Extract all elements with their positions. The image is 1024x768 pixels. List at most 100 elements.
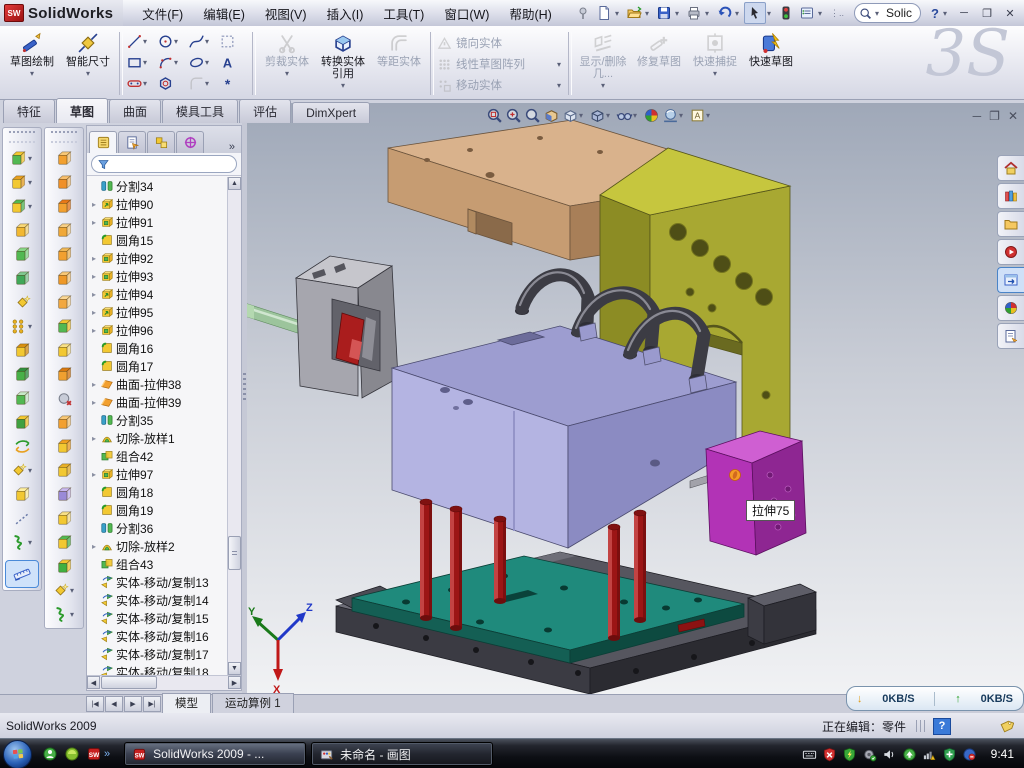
help-dropdown[interactable]: ▾ <box>943 9 951 18</box>
measure-button[interactable] <box>5 560 39 588</box>
tool-mirror-entities[interactable]: 镜向实体 <box>437 34 565 52</box>
extruded-cut-button[interactable]: ▾ <box>3 170 41 194</box>
tray-sync-status[interactable] <box>962 747 977 762</box>
zoom-area-icon[interactable] <box>505 107 522 124</box>
view-palette-tab[interactable] <box>997 267 1024 293</box>
sketch-fillet-tool[interactable]: ▾ <box>188 74 218 93</box>
zoom-fit-icon[interactable] <box>486 107 503 124</box>
doc-restore-button[interactable]: ❐ <box>989 109 1000 123</box>
polygon-tool[interactable] <box>157 74 187 93</box>
text-tool[interactable]: A <box>219 53 249 72</box>
tree-item[interactable]: ▸拉伸90 <box>87 195 228 213</box>
save-dropdown[interactable]: ▾ <box>675 9 683 18</box>
tree-item[interactable]: 圆角19 <box>87 501 228 519</box>
tray-antivirus-shield[interactable] <box>822 747 837 762</box>
task-button-inactive[interactable]: 未命名 - 画图 <box>311 742 493 766</box>
magnifier-icon[interactable] <box>524 107 541 124</box>
freeform-point-button[interactable]: ▾ <box>45 578 83 602</box>
toolbar-grip[interactable] <box>9 131 35 143</box>
tab-模具工具[interactable]: 模具工具 <box>162 99 238 123</box>
solidworks-resources-tab[interactable] <box>997 155 1024 181</box>
cylinder-body-button[interactable] <box>45 554 83 578</box>
tool-linear-sketch-pattern[interactable]: 线性草图阵列▾ <box>437 55 565 73</box>
linear-pattern-button[interactable]: ▾ <box>3 314 41 338</box>
composite-curve-button[interactable] <box>3 506 41 530</box>
slot-tool[interactable]: ▾ <box>126 74 156 93</box>
tree-item[interactable]: ▸拉伸92 <box>87 249 228 267</box>
tool-repair-sketch[interactable]: 修复草图 <box>631 28 687 99</box>
tool-rapid-sketch[interactable]: 快速草图 <box>743 28 799 99</box>
tree-item[interactable]: ▸曲面-拉伸38 <box>87 375 228 393</box>
revolved-surface-button[interactable] <box>45 218 83 242</box>
tree-item[interactable]: ▸切除-放样2 <box>87 537 228 555</box>
nav-first-button[interactable]: |◀ <box>86 696 104 712</box>
hscroll-thumb[interactable] <box>101 676 157 689</box>
print-icon[interactable] <box>684 3 704 23</box>
scroll-thumb[interactable] <box>228 536 241 570</box>
file-explorer-tab[interactable] <box>997 211 1024 237</box>
overflow-icon[interactable]: ⋮.. <box>827 3 847 23</box>
tray-update-gear[interactable] <box>862 747 877 762</box>
part-cam-block[interactable] <box>296 256 398 398</box>
menu-item-0[interactable]: 文件(F) <box>133 0 192 27</box>
thicken-button[interactable] <box>45 338 83 362</box>
lofted-surface-button[interactable] <box>45 146 83 170</box>
swept-surface-button[interactable] <box>45 194 83 218</box>
options-icon[interactable] <box>797 3 817 23</box>
featuremanager-tree-tab[interactable] <box>89 131 117 153</box>
flex-button[interactable] <box>45 242 83 266</box>
options-dropdown[interactable]: ▾ <box>818 9 826 18</box>
open-icon[interactable] <box>624 3 644 23</box>
helix-curve-button[interactable]: ▾ <box>3 530 41 554</box>
replace-face-button[interactable] <box>45 410 83 434</box>
tool-smart-dimension[interactable]: 智能尺寸▾ <box>60 28 116 99</box>
tree-item[interactable]: ▸拉伸97 <box>87 465 228 483</box>
tree-item[interactable]: ▸拉伸96 <box>87 321 228 339</box>
panel-splitter[interactable] <box>242 103 247 695</box>
split-body-button[interactable] <box>3 386 41 410</box>
trim-surface-button[interactable] <box>45 482 83 506</box>
pin-icon[interactable] <box>573 3 593 23</box>
quick-tips-button[interactable]: ? <box>933 718 951 735</box>
tab-DimXpert[interactable]: DimXpert <box>292 102 370 123</box>
tray-speedup-shield[interactable] <box>842 747 857 762</box>
doc-tab-运动算例 1[interactable]: 运动算例 1 <box>212 693 294 713</box>
save-icon[interactable] <box>654 3 674 23</box>
dimxpertmanager-tab[interactable] <box>176 131 204 153</box>
restore-button[interactable]: ❐ <box>977 4 997 22</box>
configurationmanager-tab[interactable] <box>147 131 175 153</box>
tray-volume[interactable] <box>882 747 897 762</box>
insert-features-button[interactable]: ▾ <box>3 458 41 482</box>
scroll-left-arrow[interactable]: ◀ <box>87 676 100 689</box>
select-dropdown[interactable]: ▾ <box>767 9 775 18</box>
delete-face-button[interactable] <box>45 386 83 410</box>
tool-move-entities[interactable]: 移动实体▾ <box>437 76 565 94</box>
quick-launch-media-player[interactable] <box>64 746 80 762</box>
hide-show-items-icon[interactable]: ▾ <box>616 107 641 124</box>
tree-item[interactable]: 组合43 <box>87 555 228 573</box>
help-button[interactable]: ? <box>928 6 942 21</box>
mirror-bodies-button[interactable] <box>3 338 41 362</box>
nav-last-button[interactable]: ▶| <box>143 696 161 712</box>
scroll-down-arrow[interactable]: ▼ <box>228 662 241 675</box>
point-tool[interactable]: * <box>219 74 249 93</box>
line-tool[interactable]: ▾ <box>126 32 156 51</box>
apply-scene-icon[interactable]: ▾ <box>662 107 687 124</box>
nav-next-button[interactable]: ▶ <box>124 696 142 712</box>
tray-network-warning[interactable] <box>922 747 937 762</box>
menu-item-4[interactable]: 工具(T) <box>374 0 433 27</box>
tab-草图[interactable]: 草图 <box>56 98 108 123</box>
view-orientation-icon[interactable]: ▾ <box>562 107 587 124</box>
tray-security-plus[interactable] <box>942 747 957 762</box>
move-copy-body-button[interactable] <box>3 434 41 458</box>
tree-item[interactable]: 实体-移动/复制16 <box>87 627 228 645</box>
deform-button[interactable] <box>45 266 83 290</box>
tree-item[interactable]: 圆角18 <box>87 483 228 501</box>
design-library-tab[interactable] <box>997 183 1024 209</box>
tree-item[interactable]: ▸拉伸95 <box>87 303 228 321</box>
tab-评估[interactable]: 评估 <box>239 99 291 123</box>
display-style-icon[interactable]: ▾ <box>589 107 614 124</box>
quick-launch-messenger[interactable] <box>42 746 58 762</box>
menu-item-3[interactable]: 插入(I) <box>318 0 373 27</box>
combine-bodies-button[interactable] <box>3 410 41 434</box>
